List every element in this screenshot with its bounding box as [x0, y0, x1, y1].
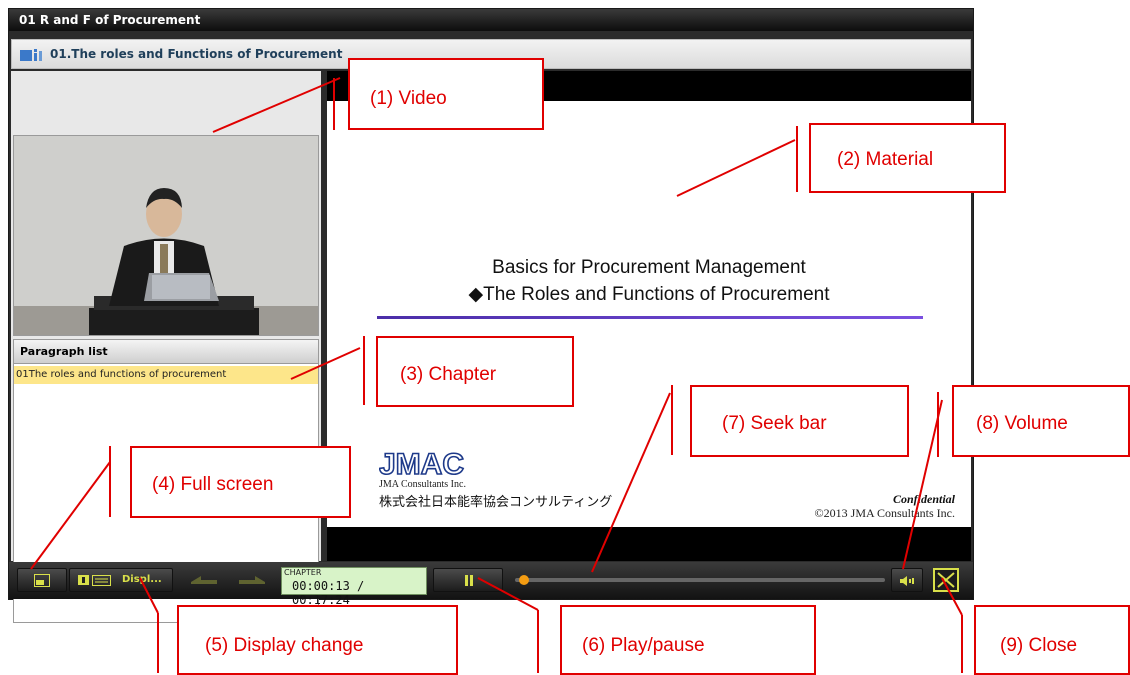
callout-display-change-label: (5) Display change — [205, 635, 364, 656]
callout-seek-bar-label: (7) Seek bar — [722, 413, 827, 434]
callout-seek-bar: (7) Seek bar — [690, 385, 909, 457]
callout-display-change: (5) Display change — [177, 605, 458, 675]
callout-volume: (8) Volume — [952, 385, 1130, 457]
callout-chapter: (3) Chapter — [376, 336, 574, 407]
callout-video-label: (1) Video — [370, 88, 447, 109]
callout-volume-label: (8) Volume — [976, 413, 1068, 434]
callout-material: (2) Material — [809, 123, 1006, 193]
callout-play-pause-label: (6) Play/pause — [582, 635, 705, 656]
callout-close-label: (9) Close — [1000, 635, 1078, 656]
callout-close: (9) Close — [974, 605, 1130, 675]
callout-fullscreen: (4) Full screen — [130, 446, 351, 518]
callout-video: (1) Video — [348, 58, 544, 130]
callout-material-label: (2) Material — [837, 149, 934, 170]
callout-chapter-label: (3) Chapter — [400, 364, 497, 385]
callout-play-pause: (6) Play/pause — [560, 605, 816, 675]
callout-fullscreen-label: (4) Full screen — [152, 474, 274, 495]
